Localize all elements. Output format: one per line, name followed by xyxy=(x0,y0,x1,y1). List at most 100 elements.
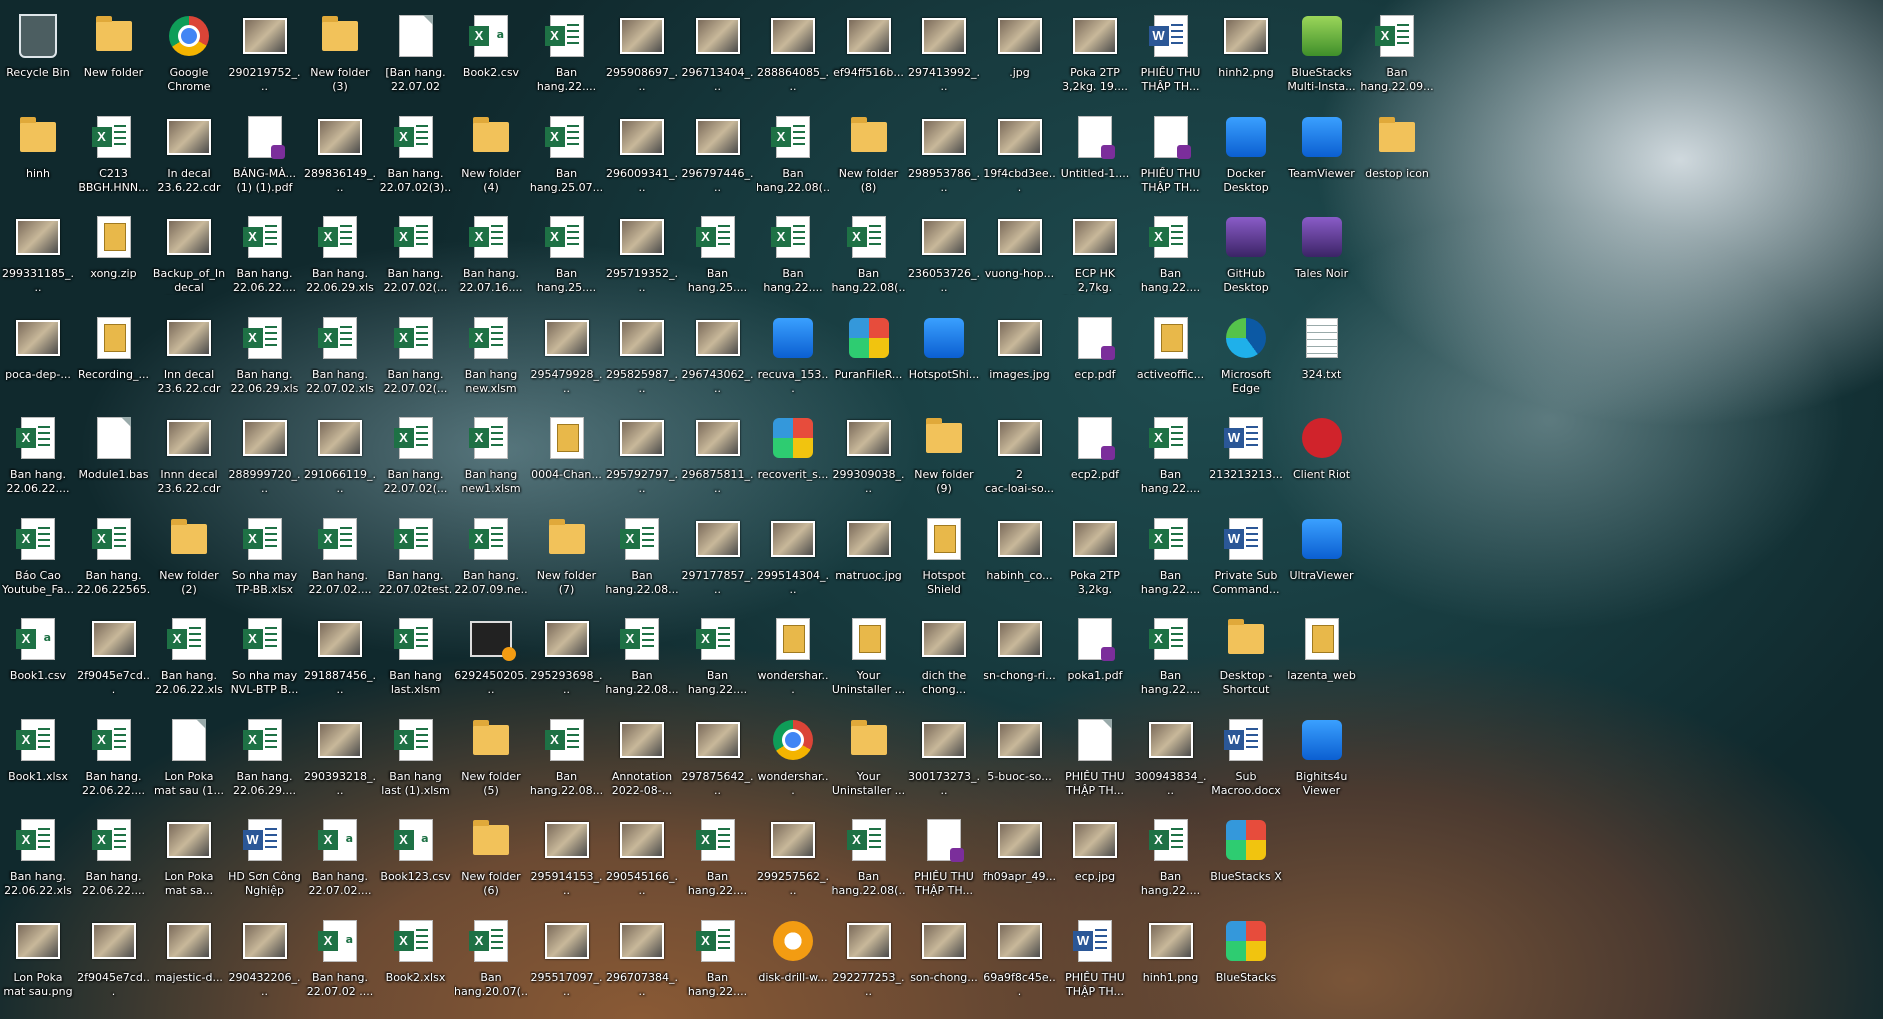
desktop-icon[interactable]: Recording_... xyxy=(77,308,151,404)
desktop-icon[interactable]: 296713404_... xyxy=(681,6,755,102)
desktop-icon[interactable]: 295719352_... xyxy=(605,207,679,303)
desktop-icon[interactable]: Desktop - Shortcut xyxy=(1209,609,1283,705)
desktop-icon[interactable]: X Banhang.22.08(... xyxy=(756,107,830,203)
desktop-icon[interactable]: 288864085_... xyxy=(756,6,830,102)
desktop-icon[interactable]: Client Riot xyxy=(1285,408,1359,504)
desktop-icon[interactable]: Poka 2TP3,2kg. 19.8.... xyxy=(1058,509,1132,605)
desktop-icon[interactable]: W PHIẾU THU THẬP TH... xyxy=(1058,911,1132,1007)
desktop-icon[interactable]: Your Uninstaller ... xyxy=(832,710,906,806)
desktop-icon[interactable]: X Ban hang.22.07.02(3).... xyxy=(379,107,453,203)
desktop-icon[interactable]: 299309038_... xyxy=(832,408,906,504)
desktop-icon[interactable]: X Ban hang new1.xlsm xyxy=(454,408,528,504)
desktop-icon[interactable]: 19f4cbd3ee... xyxy=(983,107,1057,203)
desktop-icon[interactable]: BẢNG-MÀ... (1) (1).pdf xyxy=(228,107,302,203)
desktop-icon[interactable]: X Ban hang.22.07.02test... xyxy=(379,509,453,605)
desktop-icon[interactable]: X Báo Cao Youtube_Fa... xyxy=(1,509,75,605)
desktop-icon[interactable]: X Ban hang. 22.07.16.... xyxy=(454,207,528,303)
desktop-icon[interactable]: Innn decal 23.6.22.cdr xyxy=(152,408,226,504)
desktop-icon[interactable]: 299257562_... xyxy=(756,810,830,906)
desktop-icon[interactable]: Backup_of_Indecal 23.6.2... xyxy=(152,207,226,303)
desktop-icon[interactable]: 236053726_... xyxy=(907,207,981,303)
desktop-icon[interactable]: Xa Ban hang. 22.07.02.... xyxy=(303,810,377,906)
desktop-icon[interactable]: X Ban hang. 22.06.22.... xyxy=(1,408,75,504)
desktop-icon[interactable]: Docker Desktop xyxy=(1209,107,1283,203)
desktop-icon[interactable]: 296743062_... xyxy=(681,308,755,404)
desktop-icon[interactable]: New folder (3) xyxy=(303,6,377,102)
desktop-icon[interactable]: 290432206_... xyxy=(228,911,302,1007)
desktop-icon[interactable]: Lon Poka mat sa... xyxy=(152,810,226,906)
desktop-icon[interactable]: 295825987_... xyxy=(605,308,679,404)
desktop-icon[interactable]: 297177857_... xyxy=(681,509,755,605)
desktop-icon[interactable]: ecp.jpg xyxy=(1058,810,1132,906)
desktop-icon[interactable]: hinh xyxy=(1,107,75,203)
desktop-icon[interactable]: ecp.pdf xyxy=(1058,308,1132,404)
desktop-icon[interactable]: habinh_co... xyxy=(983,509,1057,605)
desktop-icon[interactable]: Annotation 2022-08-... xyxy=(605,710,679,806)
desktop-icon[interactable]: PHIẾU THU THẬP TH... xyxy=(1134,107,1208,203)
desktop-icon[interactable]: X Book2.xlsx xyxy=(379,911,453,1007)
desktop-icon[interactable]: destop icon xyxy=(1360,107,1434,203)
desktop-icon[interactable]: xong.zip xyxy=(77,207,151,303)
desktop-icon[interactable]: HotspotShield 9.21.... xyxy=(907,509,981,605)
desktop-icon[interactable]: 2 cac-loai-so... xyxy=(983,408,1057,504)
desktop-icon[interactable]: 290393218_... xyxy=(303,710,377,806)
desktop-icon[interactable]: 296797446_... xyxy=(681,107,755,203)
desktop-icon[interactable]: X Ban hang.22.06.22.xlsm xyxy=(152,609,226,705)
desktop-icon[interactable]: Poka 2TP 3,2kg. 19.... xyxy=(1058,6,1132,102)
desktop-icon[interactable]: recuva_153... xyxy=(756,308,830,404)
desktop-icon[interactable]: wondershar... xyxy=(756,609,830,705)
desktop-icon[interactable]: 295293698_... xyxy=(530,609,604,705)
desktop-icon[interactable]: X Ban hang.22.06.22.xlsx xyxy=(1,810,75,906)
desktop-icon[interactable]: X Ban hang new.xlsm xyxy=(454,308,528,404)
desktop-icon[interactable]: activeoffic... xyxy=(1134,308,1208,404)
desktop-icon[interactable]: X Banhang.22.09.... xyxy=(1360,6,1434,102)
desktop-icon[interactable]: X So nha may NVL-BTP B... xyxy=(228,609,302,705)
desktop-icon[interactable]: Recycle Bin xyxy=(1,6,75,102)
desktop-icon[interactable]: 299514304_... xyxy=(756,509,830,605)
desktop-icon[interactable]: 324.txt xyxy=(1285,308,1359,404)
desktop-icon[interactable]: Your Uninstaller ... xyxy=(832,609,906,705)
desktop-icon[interactable]: GitHub Desktop xyxy=(1209,207,1283,303)
desktop-icon[interactable]: Tales Noir xyxy=(1285,207,1359,303)
desktop-icon[interactable]: matruoc.jpg xyxy=(832,509,906,605)
desktop-icon[interactable]: 295792797_... xyxy=(605,408,679,504)
desktop-icon[interactable]: Lon Poka mat sau (1... xyxy=(152,710,226,806)
desktop-icon[interactable]: X Banhang.22.08.... xyxy=(605,509,679,605)
desktop-icon[interactable]: Untitled-1.... xyxy=(1058,107,1132,203)
desktop-icon[interactable]: hinh2.png xyxy=(1209,6,1283,102)
desktop-icon[interactable]: X Ban hang.22.... xyxy=(681,609,755,705)
desktop-icon[interactable]: X Ban hang. 22.07.02.... xyxy=(303,509,377,605)
desktop-icon[interactable]: wondershar... xyxy=(756,710,830,806)
desktop-icon[interactable]: In decal 23.6.22.cdr xyxy=(152,107,226,203)
desktop-icon[interactable]: PHIẾU THU THẬP TH... xyxy=(907,810,981,906)
desktop-icon[interactable]: X Ban hang last.xlsm xyxy=(379,609,453,705)
desktop-icon[interactable]: 295479928_... xyxy=(530,308,604,404)
desktop-icon[interactable]: W Sub Macroo.docx xyxy=(1209,710,1283,806)
desktop-icon[interactable]: X Ban hang. 22.06.22.... xyxy=(228,207,302,303)
desktop-icon[interactable]: 300943834_... xyxy=(1134,710,1208,806)
desktop-icon[interactable]: 297413992_... xyxy=(907,6,981,102)
desktop-icon[interactable]: 289836149_... xyxy=(303,107,377,203)
desktop-icon[interactable]: X Ban hang. 22.07.02(... xyxy=(379,408,453,504)
desktop-icon[interactable]: X Ban hang.22.06.29.xlsx xyxy=(228,308,302,404)
desktop-icon[interactable]: X Ban hang. 22.06.22.... xyxy=(77,710,151,806)
desktop-icon[interactable]: X Ban hang.22.06.22565.... xyxy=(77,509,151,605)
desktop-icon[interactable]: W PHIẾU THU THẬP TH... xyxy=(1134,6,1208,102)
desktop-icon[interactable]: New folder (7) xyxy=(530,509,604,605)
desktop-icon[interactable]: HotspotShi... xyxy=(907,308,981,404)
desktop-icon[interactable]: X Ban hang.22.... xyxy=(1134,509,1208,605)
desktop-icon[interactable]: X Banhang.20.07(... xyxy=(454,911,528,1007)
desktop-icon[interactable]: X Banhang.22.08(... xyxy=(832,207,906,303)
desktop-icon[interactable]: X Book1.xlsx xyxy=(1,710,75,806)
desktop-icon[interactable]: W HD Sơn CôngNghiệp 05.2... xyxy=(228,810,302,906)
desktop-icon[interactable]: New folder (6) xyxy=(454,810,528,906)
desktop-icon[interactable]: Module1.bas xyxy=(77,408,151,504)
desktop-icon[interactable]: X Ban hang.25.... xyxy=(530,207,604,303)
desktop-icon[interactable]: 290545166_... xyxy=(605,810,679,906)
desktop-icon[interactable]: X Ban hang.22.06.29.xlsm xyxy=(303,207,377,303)
desktop-icon[interactable]: 292277253_... xyxy=(832,911,906,1007)
desktop-icon[interactable]: 296009341_... xyxy=(605,107,679,203)
desktop-icon[interactable]: 0004-Chan... xyxy=(530,408,604,504)
desktop-icon[interactable]: 2f9045e7cd... xyxy=(77,609,151,705)
desktop-icon[interactable]: sn-chong-ri... xyxy=(983,609,1057,705)
